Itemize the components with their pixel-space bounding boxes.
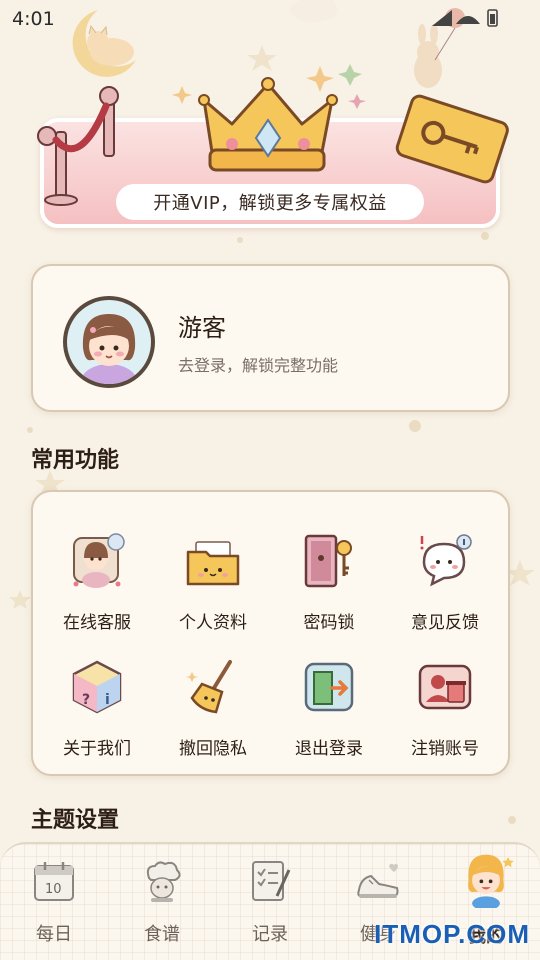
svg-text:i: i xyxy=(105,692,110,708)
func-label: 个人资料 xyxy=(179,613,247,633)
func-label: 密码锁 xyxy=(303,613,355,633)
exit-door-icon xyxy=(304,662,354,712)
watermark: ITMOP.COM xyxy=(374,919,530,949)
girl-avatar-icon xyxy=(468,854,514,908)
status-time: 4:01 xyxy=(12,8,55,30)
profile-card[interactable]: 游客 去登录，解锁完整功能 xyxy=(31,264,510,412)
tab-records[interactable]: 记录 xyxy=(216,856,324,956)
func-logout[interactable]: 退出登录 xyxy=(271,646,387,766)
speech-bubble-icon xyxy=(420,534,472,587)
calendar-icon: 10 xyxy=(34,862,74,901)
customer-service-icon xyxy=(73,533,125,588)
func-feedback[interactable]: 意见反馈 xyxy=(387,520,503,640)
signal-battery-icons xyxy=(432,9,498,27)
tab-recipes[interactable]: 食谱 xyxy=(108,856,216,956)
notebook-icon xyxy=(252,861,291,901)
nav-label: 记录 xyxy=(252,924,288,945)
func-delete-account[interactable]: 注销账号 xyxy=(387,646,503,766)
func-label: 退出登录 xyxy=(295,739,363,759)
common-functions-title: 常用功能 xyxy=(31,448,120,473)
tab-daily[interactable]: 10 每日 xyxy=(0,856,108,956)
chef-icon xyxy=(146,861,181,902)
wifi-icon xyxy=(456,16,480,24)
func-label: 关于我们 xyxy=(63,739,131,759)
func-revoke-privacy[interactable]: 撤回隐私 xyxy=(155,646,271,766)
func-about-us[interactable]: ? i 关于我们 xyxy=(39,646,155,766)
avatar xyxy=(63,296,155,388)
nav-label: 每日 xyxy=(36,924,72,945)
vip-banner-text: 开通VIP，解锁更多专属权益 xyxy=(116,184,424,220)
svg-text:10: 10 xyxy=(45,882,62,897)
info-cube-icon: ? i xyxy=(72,660,122,714)
func-password-lock[interactable]: 密码锁 xyxy=(271,520,387,640)
func-label: 撤回隐私 xyxy=(179,739,247,759)
func-customer-service[interactable]: 在线客服 xyxy=(39,520,155,640)
func-label: 在线客服 xyxy=(63,613,131,633)
vip-banner[interactable]: 开通VIP，解锁更多专属权益 xyxy=(40,118,500,228)
girl-avatar-icon xyxy=(81,314,137,384)
func-label: 意见反馈 xyxy=(411,613,479,633)
sneaker-icon xyxy=(357,863,399,898)
profile-name: 游客 xyxy=(178,314,226,342)
door-key-icon xyxy=(304,534,352,588)
theme-settings-title: 主题设置 xyxy=(31,808,120,833)
nav-label: 食谱 xyxy=(144,924,180,945)
login-prompt[interactable]: 去登录，解锁完整功能 xyxy=(178,352,338,376)
status-bar: 4:01 xyxy=(0,0,540,36)
folder-icon xyxy=(186,541,240,586)
broom-icon xyxy=(186,660,232,714)
func-label: 注销账号 xyxy=(411,739,479,759)
func-profile[interactable]: 个人资料 xyxy=(155,520,271,640)
functions-card: 在线客服 个人资料 密码锁 意见反馈 ? i 关于我们 撤回隐私 退出登录 注销… xyxy=(31,490,510,776)
svg-text:?: ? xyxy=(82,692,90,708)
delete-account-icon xyxy=(418,664,472,710)
